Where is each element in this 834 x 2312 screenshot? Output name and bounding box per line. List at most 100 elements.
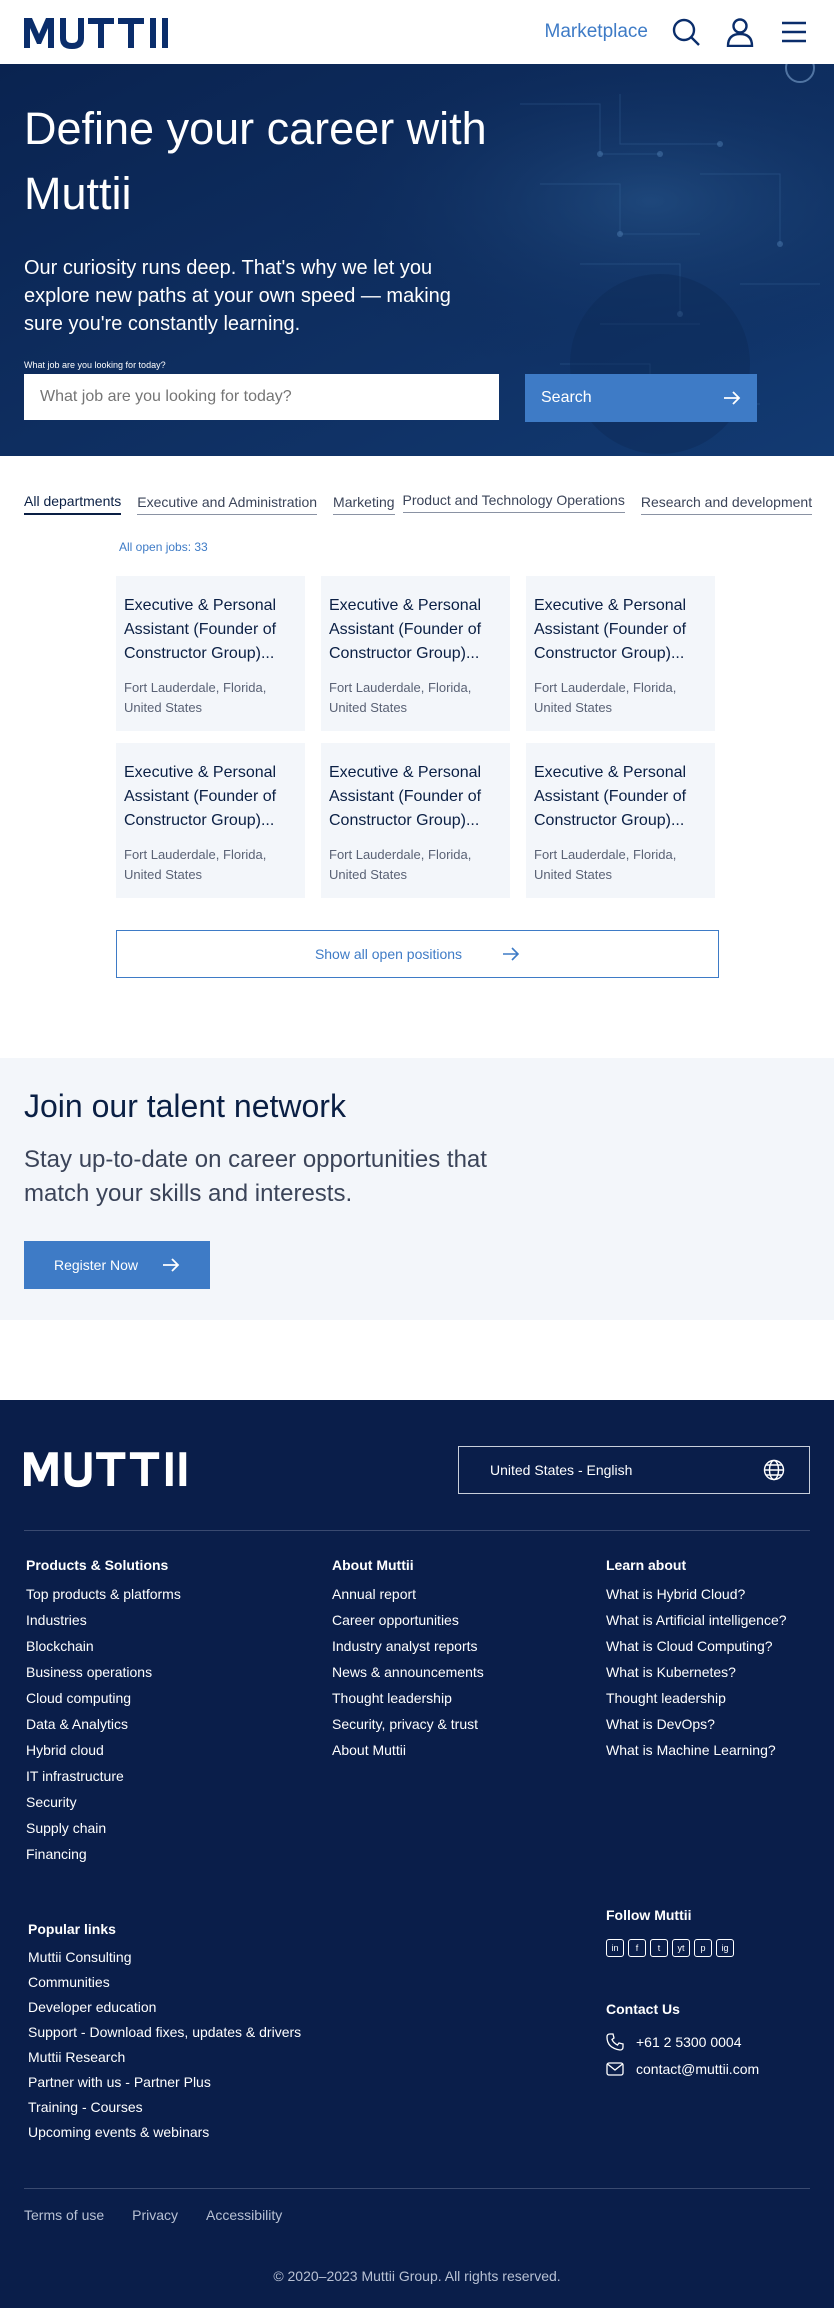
footer-link[interactable]: What is Kubernetes? [606,1659,787,1685]
footer-link[interactable]: What is Hybrid Cloud? [606,1581,787,1607]
copyright: © 2020–2023 Muttii Group. All rights res… [273,2268,561,2284]
job-grid: Executive & Personal Assistant (Founder … [116,576,834,898]
show-all-positions-button[interactable]: Show all open positions [116,930,719,978]
footer-link[interactable]: Hybrid cloud [26,1737,332,1763]
site-footer: United States - English Products & Solut… [0,1400,834,2308]
hero-title: Define your career with Muttii [24,103,487,219]
contact-email[interactable]: contact@muttii.com [606,2061,759,2077]
privacy-link[interactable]: Privacy [132,2207,178,2223]
register-now-button[interactable]: Register Now [24,1241,210,1289]
tab-marketing[interactable]: Marketing [333,494,395,515]
footer-link[interactable]: What is Machine Learning? [606,1737,787,1763]
globe-icon [763,1459,785,1481]
tab-all-departments[interactable]: All departments [24,493,122,515]
footer-link[interactable]: Support - Download fixes, updates & driv… [28,2020,606,2045]
social-links: in f t yt p ig [606,1939,759,1957]
job-title: Executive & Personal Assistant (Founder … [124,597,277,662]
footer-link[interactable]: Communities [28,1970,606,1995]
facebook-icon[interactable]: f [628,1939,646,1957]
footer-link[interactable]: Upcoming events & webinars [28,2120,606,2145]
footer-link[interactable]: What is Cloud Computing? [606,1633,787,1659]
talent-network-section: Join our talent network Stay up-to-date … [0,1058,834,1320]
job-location: Fort Lauderdale, Florida, United States [329,847,472,882]
twitter-icon[interactable]: t [650,1939,668,1957]
youtube-icon[interactable]: yt [672,1939,690,1957]
footer-link[interactable]: What is Artificial intelligence? [606,1607,787,1633]
footer-about-title: About Muttii [332,1557,414,1573]
footer-link[interactable]: Financing [26,1841,332,1867]
job-location: Fort Lauderdale, Florida, United States [534,847,677,882]
footer-logo[interactable] [24,1447,220,1494]
footer-link[interactable]: Industries [26,1607,332,1633]
footer-link[interactable]: Top products & platforms [26,1581,332,1607]
job-card[interactable]: Executive & Personal Assistant (Founder … [116,576,305,731]
menu-icon[interactable] [778,16,810,48]
footer-link[interactable]: Blockchain [26,1633,332,1659]
linkedin-icon[interactable]: in [606,1939,624,1957]
footer-lower: Popular links Muttii Consulting Communit… [24,1907,810,2145]
footer-link[interactable]: Supply chain [26,1815,332,1841]
footer-top: United States - English [24,1446,810,1531]
department-tabs: All departments Executive and Administra… [0,478,834,530]
terms-of-use-link[interactable]: Terms of use [24,2207,104,2223]
footer-link[interactable]: Muttii Consulting [28,1945,606,1970]
pinterest-icon[interactable]: p [694,1939,712,1957]
footer-link[interactable]: Data & Analytics [26,1711,332,1737]
footer-link[interactable]: Muttii Research [28,2045,606,2070]
tab-product-technology-operations[interactable]: Product and Technology Operations [402,492,625,513]
job-card[interactable]: Executive & Personal Assistant (Founder … [116,743,305,898]
search-icon[interactable] [670,16,702,48]
job-search-input[interactable] [24,374,499,420]
footer-link[interactable]: Cloud computing [26,1685,332,1711]
footer-link[interactable]: About Muttii [332,1737,606,1763]
language-label: United States - English [490,1462,633,1478]
register-label: Register Now [53,1257,139,1273]
muttii-logo-icon [24,1451,187,1487]
accessibility-link[interactable]: Accessibility [206,2207,282,2223]
footer-learn-column: Learn about What is Hybrid Cloud? What i… [606,1557,787,1867]
tab-executive-administration[interactable]: Executive and Administration [137,494,318,515]
footer-bottom-links: Terms of use Privacy Accessibility [24,2188,810,2223]
footer-link[interactable]: News & announcements [332,1659,606,1685]
footer-link[interactable]: Security [26,1789,332,1815]
footer-link[interactable]: Partner with us - Partner Plus [28,2070,606,2095]
footer-link[interactable]: Training - Courses [28,2095,606,2120]
job-title: Executive & Personal Assistant (Founder … [534,764,687,829]
search-button[interactable]: Search [525,374,757,422]
footer-link[interactable]: Business operations [26,1659,332,1685]
footer-link[interactable]: Career opportunities [332,1607,606,1633]
phone-number: +61 2 5300 0004 [636,2034,742,2050]
footer-products-title: Products & Solutions [26,1557,169,1573]
job-card[interactable]: Executive & Personal Assistant (Founder … [321,743,510,898]
language-selector[interactable]: United States - English [458,1446,810,1494]
job-search-form: Search [24,374,810,422]
tab-research-development[interactable]: Research and development [640,494,813,515]
job-card[interactable]: Executive & Personal Assistant (Founder … [526,743,715,898]
footer-link[interactable]: Annual report [332,1581,606,1607]
footer-popular-title: Popular links [28,1921,116,1937]
contact-section: Contact Us +61 2 5300 0004 contact@mutti… [606,2001,759,2077]
footer-link[interactable]: Thought leadership [606,1685,787,1711]
footer-link[interactable]: Industry analyst reports [332,1633,606,1659]
talent-text: Stay up-to-date on career opportunities … [24,1146,487,1207]
footer-link[interactable]: IT infrastructure [26,1763,332,1789]
logo[interactable] [24,14,198,50]
footer-link[interactable]: Developer education [28,1995,606,2020]
footer-link[interactable]: Thought leadership [332,1685,606,1711]
footer-link[interactable]: Security, privacy & trust [332,1711,606,1737]
arrow-right-icon [724,391,741,405]
user-icon[interactable] [724,16,756,48]
instagram-icon[interactable]: ig [716,1939,734,1957]
contact-phone[interactable]: +61 2 5300 0004 [606,2033,759,2051]
marketplace-link[interactable]: Marketplace [545,21,649,43]
arrow-right-icon [163,1258,180,1272]
talent-title: Join our talent network [24,1088,346,1124]
muttii-logo-icon [24,18,168,49]
footer-link[interactable]: What is DevOps? [606,1711,787,1737]
job-location: Fort Lauderdale, Florida, United States [124,847,267,882]
show-all-label: Show all open positions [314,946,463,962]
search-label: What job are you looking for today? [24,360,166,370]
job-card[interactable]: Executive & Personal Assistant (Founder … [526,576,715,731]
job-card[interactable]: Executive & Personal Assistant (Founder … [321,576,510,731]
mail-icon [606,2062,624,2076]
